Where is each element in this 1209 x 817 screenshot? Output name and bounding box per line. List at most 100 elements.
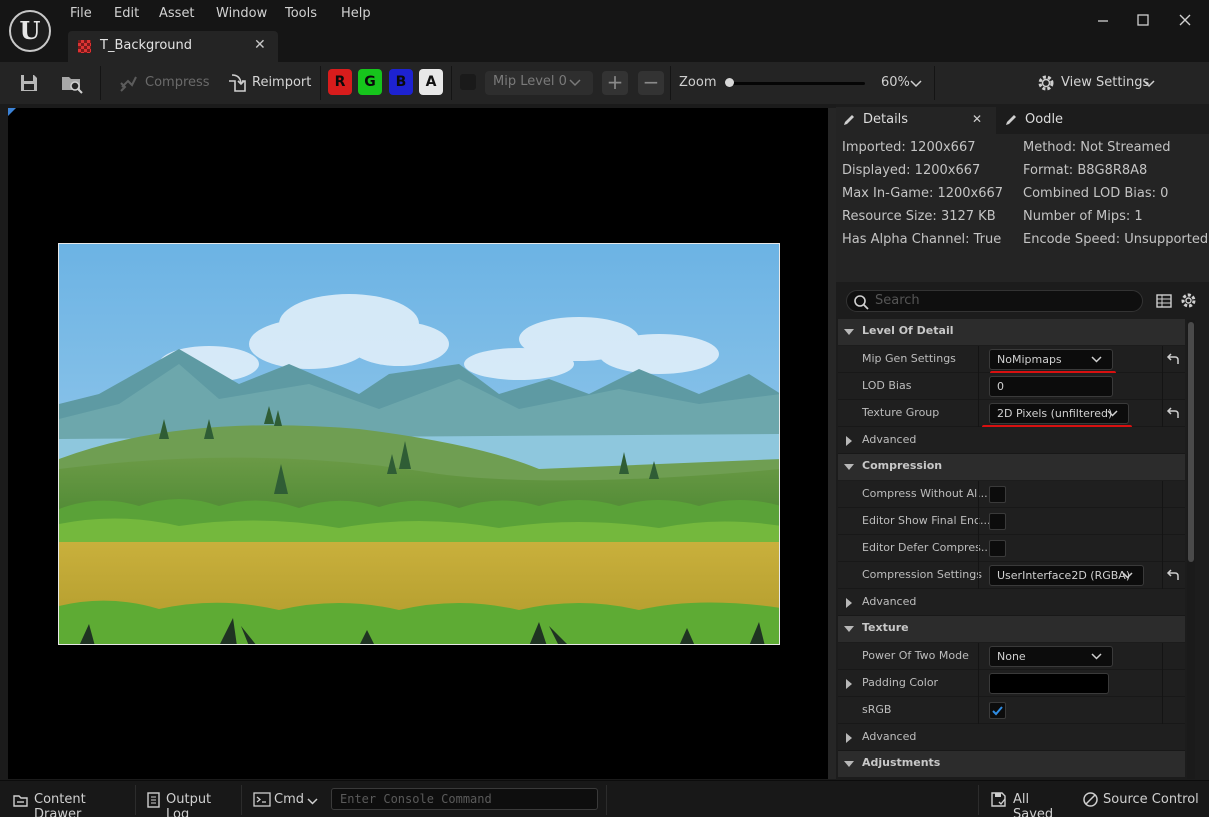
row-advanced-texture[interactable]: Advanced <box>838 724 1185 751</box>
prop-label: Compress Without Al... <box>862 487 988 500</box>
maximize-button[interactable] <box>1132 10 1154 30</box>
compress-icon <box>120 76 137 92</box>
zoom-slider-handle[interactable] <box>725 78 734 87</box>
content-drawer-label: Content Drawer <box>34 792 86 817</box>
padding-color-swatch[interactable] <box>989 673 1109 694</box>
section-title: Texture <box>862 621 909 634</box>
content-drawer-button[interactable]: Content Drawer <box>6 787 132 817</box>
mip-increase-button[interactable]: + <box>602 71 628 95</box>
compress-without-alpha-checkbox[interactable] <box>989 486 1006 503</box>
info-resource-size: Resource Size: 3127 KB <box>842 209 996 224</box>
section-level-of-detail[interactable]: Level Of Detail <box>838 319 1185 345</box>
chevron-down-icon <box>1107 410 1118 417</box>
cmd-dropdown[interactable]: Cmd <box>247 787 325 813</box>
info-imported: Imported: 1200x667 <box>842 140 976 155</box>
all-saved-button[interactable]: All Saved <box>988 787 1072 817</box>
gear-icon[interactable] <box>1180 292 1197 309</box>
status-bar: Content Drawer Output Log Cmd Enter Cons… <box>0 780 1209 817</box>
srgb-checkbox[interactable] <box>989 702 1006 719</box>
reset-to-default-icon[interactable] <box>1166 569 1180 582</box>
menu-help[interactable]: Help <box>341 6 371 21</box>
tab-details[interactable]: Details ✕ <box>836 107 996 134</box>
close-window-button[interactable] <box>1174 10 1196 30</box>
source-control-button[interactable]: Source Control <box>1080 787 1202 813</box>
row-padding-color: Padding Color <box>838 670 1185 697</box>
compression-settings-combo[interactable]: UserInterface2D (RGBA) <box>989 565 1144 586</box>
pencil-icon <box>1006 115 1016 125</box>
prop-label: Power Of Two Mode <box>862 649 969 662</box>
compress-label: Compress <box>145 75 210 90</box>
prop-label: Editor Show Final Enc... <box>862 514 991 527</box>
minimize-button[interactable] <box>1092 10 1114 30</box>
reset-to-default-icon[interactable] <box>1166 353 1180 366</box>
texture-group-combo[interactable]: 2D Pixels (unfiltered) <box>989 403 1129 424</box>
mip-level-combo[interactable]: Mip Level 0 <box>485 71 593 95</box>
mip-gen-settings-combo[interactable]: NoMipmaps <box>989 349 1113 370</box>
details-search-input[interactable]: Search <box>846 290 1143 312</box>
info-displayed: Displayed: 1200x667 <box>842 163 981 178</box>
reimport-button[interactable]: Reimport <box>226 72 312 94</box>
reset-to-default-icon[interactable] <box>1166 407 1180 420</box>
chevron-down-icon <box>1091 653 1102 660</box>
section-adjustments[interactable]: Adjustments <box>838 751 1185 777</box>
viewport-splitter[interactable] <box>828 108 836 779</box>
chevron-down-icon <box>1091 356 1102 363</box>
lod-bias-field[interactable]: 0 <box>989 376 1113 397</box>
menu-file[interactable]: File <box>70 6 92 21</box>
close-icon[interactable]: ✕ <box>254 37 266 53</box>
channel-b-toggle[interactable]: B <box>389 69 413 95</box>
expand-arrow-icon[interactable] <box>846 679 852 689</box>
zoom-slider[interactable] <box>728 82 865 85</box>
toolbar: Compress Reimport R G B A Mip Level 0 + … <box>0 62 1209 104</box>
unreal-logo-icon[interactable]: U <box>9 10 51 52</box>
toolbar-separator <box>670 66 671 100</box>
section-compression[interactable]: Compression <box>838 454 1185 480</box>
tab-t-background[interactable]: T_Background ✕ <box>68 31 278 62</box>
close-icon[interactable]: ✕ <box>972 112 982 126</box>
row-advanced-lod[interactable]: Advanced <box>838 427 1185 454</box>
advanced-label: Advanced <box>862 730 917 743</box>
menu-tools[interactable]: Tools <box>285 6 317 21</box>
section-texture[interactable]: Texture <box>838 616 1185 642</box>
output-log-button[interactable]: Output Log <box>141 787 237 817</box>
zoom-dropdown[interactable]: 60% <box>878 72 924 94</box>
combo-value: 2D Pixels (unfiltered) <box>997 407 1113 420</box>
menu-asset[interactable]: Asset <box>159 6 195 21</box>
view-settings-button[interactable]: View Settings <box>1036 72 1156 94</box>
browse-asset-icon[interactable] <box>60 72 84 94</box>
row-srgb: sRGB <box>838 697 1185 724</box>
menu-edit[interactable]: Edit <box>114 6 139 21</box>
power-of-two-mode-combo[interactable]: None <box>989 646 1113 667</box>
prop-label: Mip Gen Settings <box>862 352 956 365</box>
gear-icon <box>1038 75 1054 91</box>
combo-value: UserInterface2D (RGBA) <box>997 569 1131 582</box>
table-view-icon[interactable] <box>1156 293 1172 309</box>
channel-g-toggle[interactable]: G <box>358 69 382 95</box>
row-advanced-compression[interactable]: Advanced <box>838 589 1185 616</box>
source-control-icon <box>1083 792 1098 807</box>
details-scrollbar-thumb[interactable] <box>1188 322 1194 562</box>
reimport-label: Reimport <box>252 75 312 90</box>
save-icon[interactable] <box>18 72 40 94</box>
expand-arrow-icon <box>846 733 852 743</box>
tab-oodle[interactable]: Oodle <box>998 107 1138 134</box>
menu-window[interactable]: Window <box>216 6 267 21</box>
combo-value: None <box>997 650 1026 663</box>
texture-asset-icon <box>78 40 91 53</box>
zoom-value: 60% <box>881 75 910 90</box>
mip-level-checkbox[interactable] <box>460 74 476 90</box>
editor-show-final-encode-checkbox[interactable] <box>989 513 1006 530</box>
editor-defer-compression-checkbox[interactable] <box>989 540 1006 557</box>
field-value: 0 <box>997 380 1004 393</box>
channel-a-toggle[interactable]: A <box>419 69 443 95</box>
channel-r-toggle[interactable]: R <box>328 69 352 95</box>
compress-button[interactable]: Compress <box>118 72 210 94</box>
mip-decrease-button[interactable]: − <box>638 71 664 95</box>
console-command-input[interactable]: Enter Console Command <box>331 788 598 810</box>
reimport-icon <box>229 74 246 92</box>
row-editor-defer-compression: Editor Defer Compres... <box>838 535 1185 562</box>
prop-label: LOD Bias <box>862 379 912 392</box>
search-placeholder: Search <box>875 293 920 308</box>
info-alpha-channel: Has Alpha Channel: True <box>842 232 1002 247</box>
mip-level-value: Mip Level 0 <box>493 74 567 89</box>
